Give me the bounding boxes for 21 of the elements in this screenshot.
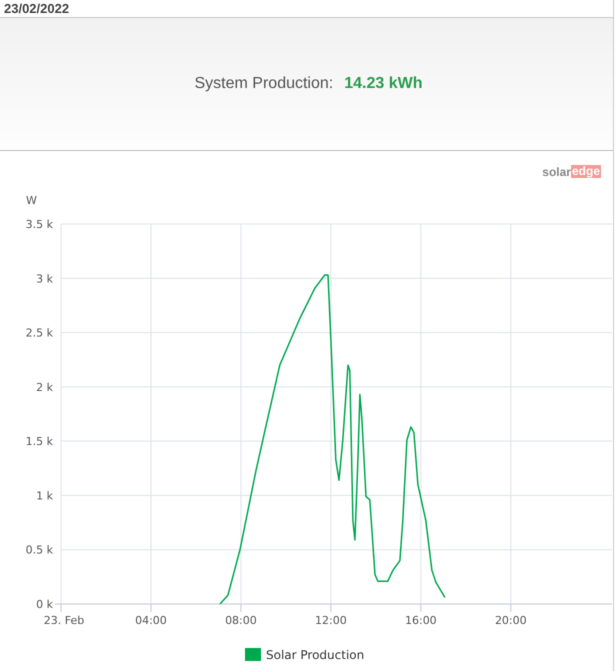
y-tick-label: 1.5 k [26,435,53,448]
y-tick-label: 2 k [36,380,53,394]
x-tick-label: 08:00 [225,614,257,627]
x-tick-label: 20:00 [494,614,527,627]
brand-logo: solaredge [542,165,601,178]
y-tick-label: 2.5 k [26,326,53,340]
x-tick-label: 16:00 [404,614,437,627]
y-tick-label: 3 k [36,272,53,286]
y-tick-label: 3.5 k [26,218,53,231]
y-tick-label: 0.5 k [26,544,53,557]
production-value: 14.23 kWh [344,75,422,93]
y-tick-label: 0 k [36,598,53,611]
x-tick-label: 12:00 [315,614,347,627]
legend-label[interactable]: Solar Production [266,648,364,662]
x-tick-label: 23. Feb [44,614,84,627]
legend-swatch [245,648,261,661]
date-label: 23/02/2022 [4,1,70,16]
y-axis-label: W [26,194,37,207]
production-label: System Production: [194,75,334,93]
x-tick-label: 04:00 [135,614,167,627]
y-tick-label: 1 k [36,489,53,502]
